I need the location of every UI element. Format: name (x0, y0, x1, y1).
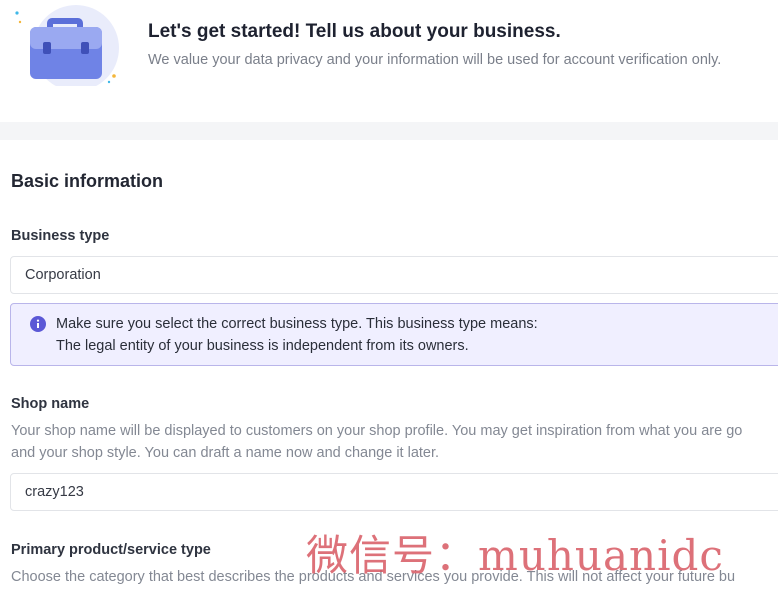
notice-text-line1: Make sure you select the correct busines… (56, 316, 538, 332)
business-type-notice: Make sure you select the correct busines… (10, 303, 778, 366)
briefcase-icon (15, 5, 119, 86)
page-title: Let's get started! Tell us about your bu… (148, 21, 561, 42)
business-type-label: Business type (11, 228, 110, 244)
page-subtitle: We value your data privacy and your info… (148, 52, 722, 68)
section-title: Basic information (11, 171, 164, 191)
shop-name-help-line2: and your shop style. You can draft a nam… (11, 445, 440, 461)
info-icon (30, 316, 46, 332)
primary-type-label: Primary product/service type (11, 542, 211, 558)
notice-text-line2: The legal entity of your business is ind… (56, 338, 469, 354)
shop-name-label: Shop name (11, 396, 90, 412)
shop-name-input[interactable] (10, 473, 778, 511)
shop-name-help-line1: Your shop name will be displayed to cust… (11, 423, 743, 439)
page-header: Let's get started! Tell us about your bu… (0, 0, 778, 122)
watermark-text: 微信号：muhuanidc (306, 531, 724, 580)
section-divider (0, 122, 778, 140)
business-type-select[interactable]: Corporation (10, 256, 778, 294)
